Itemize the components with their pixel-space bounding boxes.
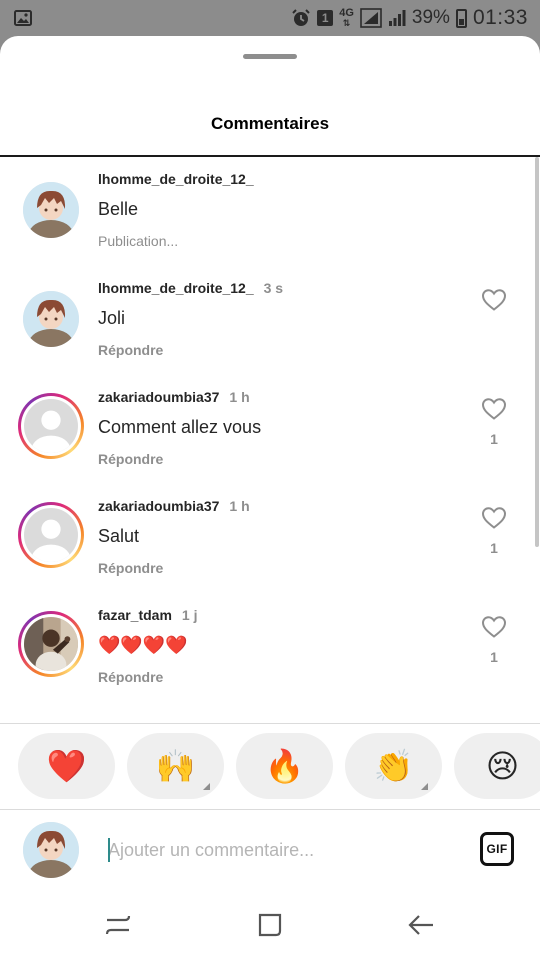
comment-time: 1 h bbox=[229, 498, 250, 514]
clock: 01:33 bbox=[472, 6, 528, 29]
reply-button[interactable]: Répondre bbox=[98, 451, 470, 467]
comment-username[interactable]: lhomme_de_droite_12_ bbox=[98, 280, 254, 296]
anime-avatar-icon bbox=[23, 822, 79, 878]
skin-tone-indicator-icon bbox=[421, 783, 428, 790]
heart-outline-icon bbox=[481, 507, 507, 529]
emoji-fire-button[interactable]: 🔥 bbox=[236, 733, 333, 799]
alarm-icon bbox=[291, 8, 311, 28]
default-avatar-icon[interactable] bbox=[18, 502, 84, 568]
reply-button[interactable]: Répondre bbox=[98, 342, 470, 358]
heart-outline-icon bbox=[481, 289, 507, 311]
signal-sim2-icon bbox=[388, 9, 406, 27]
photo-avatar-icon[interactable] bbox=[18, 611, 84, 677]
comment-text: ❤️❤️❤️❤️ bbox=[98, 635, 188, 655]
battery-icon bbox=[455, 8, 467, 28]
status-bar: 1 4G ⇅ 39% 01:33 bbox=[0, 0, 540, 36]
comment-text: Comment allez vous bbox=[98, 417, 262, 437]
comment-input[interactable] bbox=[108, 834, 448, 866]
default-avatar-icon[interactable] bbox=[18, 393, 84, 459]
comment-time: 3 s bbox=[263, 280, 284, 296]
emoji-heart-button[interactable]: ❤️ bbox=[18, 733, 115, 799]
like-button[interactable]: 1 bbox=[476, 615, 512, 665]
sim-badge: 1 bbox=[317, 10, 334, 26]
clapping-hands-emoji-icon: 👏 bbox=[373, 748, 414, 784]
comment-time: 1 h bbox=[229, 389, 250, 405]
fire-emoji-icon: 🔥 bbox=[264, 748, 305, 784]
home-icon bbox=[258, 913, 282, 937]
raised-hands-emoji-icon: 🙌 bbox=[155, 748, 196, 784]
recent-apps-button[interactable] bbox=[101, 908, 135, 942]
comment-item[interactable]: lhomme_de_droite_12_ 3 s Joli Répondre bbox=[0, 266, 540, 375]
like-count: 1 bbox=[490, 649, 498, 665]
heart-outline-icon bbox=[481, 616, 507, 638]
quick-emoji-bar: ❤️ 🙌 🔥 👏 😢 bbox=[18, 733, 540, 799]
network-type-label: 4G bbox=[339, 7, 354, 19]
like-count: 1 bbox=[490, 431, 498, 447]
comment-item[interactable]: zakariadoumbia37 1 h Salut Répondre 1 bbox=[0, 484, 540, 593]
battery-percent: 39% bbox=[411, 7, 450, 28]
text-cursor bbox=[108, 838, 110, 862]
comment-time: 1 j bbox=[181, 607, 198, 623]
comment-text: Salut bbox=[98, 526, 140, 546]
comment-composer: GIF bbox=[0, 810, 540, 890]
emoji-raised-hands-button[interactable]: 🙌 bbox=[127, 733, 224, 799]
sheet-title: Commentaires bbox=[210, 114, 330, 133]
comment-item[interactable]: zakariadoumbia37 1 h Comment allez vous R… bbox=[0, 375, 540, 484]
comment-username[interactable]: zakariadoumbia37 bbox=[98, 389, 219, 405]
emoji-clap-button[interactable]: 👏 bbox=[345, 733, 442, 799]
signal-sim1-icon bbox=[360, 8, 382, 28]
heart-outline-icon bbox=[481, 398, 507, 420]
comment-username[interactable]: fazar_tdam bbox=[98, 607, 172, 623]
home-button[interactable] bbox=[253, 908, 287, 942]
anime-avatar-icon[interactable] bbox=[23, 182, 79, 238]
comment-username[interactable]: zakariadoumbia37 bbox=[98, 498, 219, 514]
emoji-bar-divider bbox=[0, 723, 540, 724]
crying-face-emoji-icon: 😢 bbox=[485, 748, 520, 784]
back-arrow-icon bbox=[408, 915, 433, 935]
sheet-drag-handle[interactable] bbox=[243, 54, 297, 59]
anime-avatar-icon[interactable] bbox=[23, 291, 79, 347]
like-button[interactable] bbox=[476, 288, 512, 322]
gif-button[interactable]: GIF bbox=[480, 832, 514, 866]
back-button[interactable] bbox=[404, 908, 438, 942]
comments-sheet: Commentaires lhomme_de_droite_12_ Belle … bbox=[0, 36, 540, 960]
like-count: 1 bbox=[490, 540, 498, 556]
system-navigation-bar bbox=[0, 890, 540, 960]
reply-button[interactable]: Répondre bbox=[98, 560, 470, 576]
posting-status: Publication... bbox=[98, 233, 179, 249]
heart-emoji-icon: ❤️ bbox=[46, 748, 87, 784]
gallery-notification-icon bbox=[14, 10, 32, 26]
skin-tone-indicator-icon bbox=[203, 783, 210, 790]
comment-item[interactable]: fazar_tdam 1 j ❤️❤️❤️❤️ Répondre 1 bbox=[0, 593, 540, 702]
comment-text: Joli bbox=[98, 308, 126, 328]
recent-apps-icon bbox=[105, 915, 131, 935]
like-button[interactable]: 1 bbox=[476, 506, 512, 556]
like-button[interactable]: 1 bbox=[476, 397, 512, 447]
comment-text: Belle bbox=[98, 199, 139, 219]
comment-username[interactable]: lhomme_de_droite_12_ bbox=[98, 171, 254, 187]
emoji-crying-button[interactable]: 😢 bbox=[454, 733, 540, 799]
comment-item[interactable]: lhomme_de_droite_12_ Belle Publication..… bbox=[0, 157, 540, 266]
reply-button[interactable]: Répondre bbox=[98, 669, 470, 685]
comments-list[interactable]: lhomme_de_droite_12_ Belle Publication..… bbox=[0, 157, 540, 723]
network-4g-icon: 4G ⇅ bbox=[339, 7, 354, 29]
